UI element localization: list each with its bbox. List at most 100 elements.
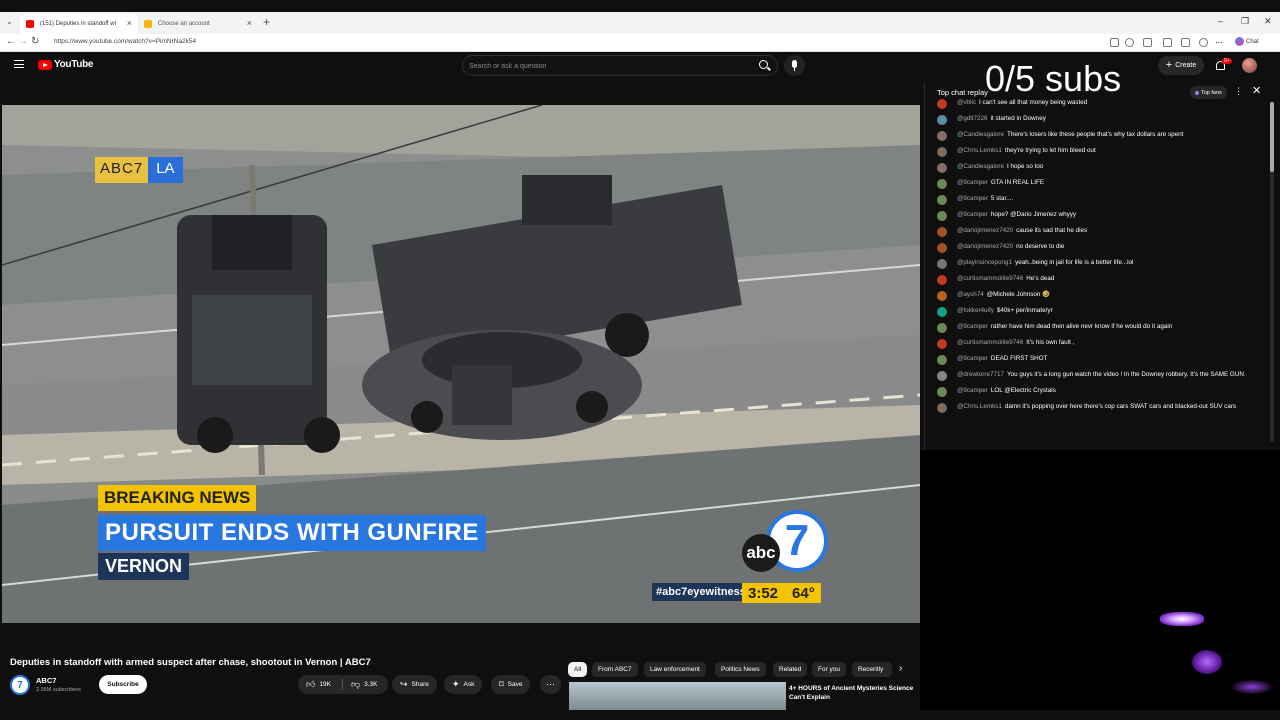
chat-message-text: damn it's popping over here there's cop … <box>1004 403 1237 410</box>
forward-arrow-icon[interactable]: → <box>18 36 28 47</box>
chat-author-avatar[interactable] <box>937 163 947 173</box>
tab-choose-account[interactable]: Choose an account × <box>138 14 258 34</box>
back-arrow-icon[interactable]: ← <box>6 36 16 47</box>
chip-from-abc7[interactable]: From ABC7 <box>592 662 638 677</box>
more-tools-icon[interactable]: ⋯ <box>1215 38 1224 47</box>
chat-author-avatar[interactable] <box>937 323 947 333</box>
chat-author-avatar[interactable] <box>937 307 947 317</box>
chip-scroll-right-icon[interactable]: › <box>899 663 902 674</box>
top-fans-label: Top fans <box>1201 89 1222 96</box>
chat-author-avatar[interactable] <box>937 387 947 397</box>
chat-author-avatar[interactable] <box>937 147 947 157</box>
chip-all[interactable]: All <box>568 662 588 677</box>
chat-author-name[interactable]: @vblic <box>957 99 976 106</box>
time-temp-bar: 3:52 64° <box>742 583 821 603</box>
channel-name[interactable]: ABC7 <box>36 676 56 685</box>
ask-button[interactable]: ✦ Ask <box>444 675 483 694</box>
chat-author-name[interactable]: @drewtorre7717 <box>957 371 1004 378</box>
chat-author-name[interactable]: @Candlesgalore <box>957 163 1004 170</box>
profile-icon[interactable] <box>1199 38 1208 47</box>
chat-author-name[interactable]: @dariojimenez7420 <box>957 243 1013 250</box>
chat-author-name[interactable]: @9camper <box>957 179 988 186</box>
chip-for-you[interactable]: For you <box>812 662 847 677</box>
chat-author-name[interactable]: @Chris.Lemks1 <box>957 147 1002 154</box>
search-input[interactable] <box>469 59 739 73</box>
chat-author-avatar[interactable] <box>937 275 947 285</box>
chat-author-avatar[interactable] <box>937 291 947 301</box>
chat-message-text: GTA IN REAL LIFE <box>990 179 1045 186</box>
chat-message: @aysh74 @Michele Johnson 🤣 <box>925 288 1270 304</box>
chat-author-name[interactable]: @aysh74 <box>957 291 984 298</box>
share-button[interactable]: ↪ Share <box>392 675 437 694</box>
chat-author-avatar[interactable] <box>937 195 947 205</box>
related-video-thumbnail[interactable] <box>569 682 786 710</box>
chat-author-name[interactable]: @curtismammolite9746 <box>957 339 1023 346</box>
chat-author-avatar[interactable] <box>937 259 947 269</box>
chat-author-name[interactable]: @9camper <box>957 355 988 362</box>
create-button[interactable]: + Create <box>1158 56 1204 75</box>
chat-author-name[interactable]: @curtismammolite9746 <box>957 275 1023 282</box>
chip-law-enforcement[interactable]: Law enforcement <box>644 662 706 677</box>
close-tab-icon[interactable]: × <box>127 18 132 28</box>
url-text[interactable]: https://www.youtube.com/watch?v=PimNrNa2… <box>54 38 196 45</box>
chat-author-avatar[interactable] <box>937 115 947 125</box>
breaking-news-banner: BREAKING NEWS <box>98 485 257 511</box>
chip-related[interactable]: Related <box>773 662 808 677</box>
extension-icon[interactable] <box>1143 38 1152 47</box>
voice-search-mic-icon[interactable] <box>784 55 805 76</box>
copilot-chat-button[interactable]: Chat <box>1235 37 1259 46</box>
location-banner: VERNON <box>98 553 190 580</box>
like-button[interactable]: 👍︎ 19K <box>298 675 339 694</box>
chat-author-avatar[interactable] <box>937 371 947 381</box>
youtube-logo-text[interactable]: YouTube <box>54 59 94 70</box>
refresh-icon[interactable]: ↻ <box>31 36 39 47</box>
close-window-icon[interactable]: ✕ <box>1264 16 1272 27</box>
chip-recently[interactable]: Recently <box>852 662 892 677</box>
favorite-star-icon[interactable] <box>1125 38 1134 47</box>
chat-author-avatar[interactable] <box>937 99 947 109</box>
chat-scrollbar[interactable] <box>1270 102 1274 442</box>
split-screen-icon[interactable] <box>1163 38 1172 47</box>
chat-author-name[interactable]: @Candlesgalore <box>957 131 1004 138</box>
channel-avatar[interactable]: 7 <box>10 675 30 695</box>
youtube-logo-icon[interactable] <box>38 60 52 70</box>
translate-icon[interactable] <box>1110 38 1119 47</box>
chat-author-avatar[interactable] <box>937 339 947 349</box>
chat-author-avatar[interactable] <box>937 227 947 237</box>
save-button[interactable]: ⌑ Save <box>491 675 531 694</box>
chat-author-avatar[interactable] <box>937 179 947 189</box>
restore-icon[interactable]: ❐ <box>1241 16 1249 27</box>
close-tab-icon[interactable]: × <box>247 18 252 28</box>
chat-author-avatar[interactable] <box>937 211 947 221</box>
hamburger-menu-icon[interactable] <box>14 60 24 68</box>
chat-author-name[interactable]: @playinsincepong1 <box>957 259 1012 266</box>
chat-message: @Candlesgalore I hope so too <box>925 160 1270 176</box>
chat-author-name[interactable]: @gdlt7226 <box>957 115 988 122</box>
chat-author-name[interactable]: @Chris.Lemks1 <box>957 403 1002 410</box>
chat-author-name[interactable]: @9camper <box>957 211 988 218</box>
more-actions-button[interactable]: ⋯ <box>540 675 561 694</box>
dislike-button[interactable]: 👎︎ 3.3K <box>343 675 386 694</box>
minimize-icon[interactable]: – <box>1218 16 1223 26</box>
chat-author-name[interactable]: @fokker4uify <box>957 307 994 314</box>
new-tab-plus-icon[interactable]: + <box>263 15 270 29</box>
chat-author-name[interactable]: @9camper <box>957 195 988 202</box>
video-player[interactable]: ABC7 LA BREAKING NEWS PURSUIT ENDS WITH … <box>2 105 920 623</box>
tab-youtube-video[interactable]: (151) Deputies in standoff wi × <box>20 14 138 34</box>
account-avatar[interactable] <box>1242 58 1257 73</box>
chat-author-avatar[interactable] <box>937 403 947 413</box>
chip-politics-news[interactable]: Politics News <box>715 662 766 677</box>
subscribe-button[interactable]: Subscribe <box>99 675 147 694</box>
collections-icon[interactable] <box>1181 38 1190 47</box>
search-icon[interactable] <box>759 60 768 69</box>
chat-author-name[interactable]: @dariojimenez7420 <box>957 227 1013 234</box>
chat-author-name[interactable]: @9camper <box>957 387 988 394</box>
chat-author-name[interactable]: @9camper <box>957 323 988 330</box>
chat-author-avatar[interactable] <box>937 243 947 253</box>
chat-author-avatar[interactable] <box>937 355 947 365</box>
chat-author-avatar[interactable] <box>937 131 947 141</box>
related-video-title[interactable]: 4+ HOURS of Ancient Mysteries Science Ca… <box>789 684 919 702</box>
subs-counter-overlay: 0/5 subs <box>985 58 1122 99</box>
tab-list-chevron-icon[interactable]: ⌄ <box>6 17 13 26</box>
chat-messages: @vblic I can't see all that money being w… <box>925 96 1270 416</box>
